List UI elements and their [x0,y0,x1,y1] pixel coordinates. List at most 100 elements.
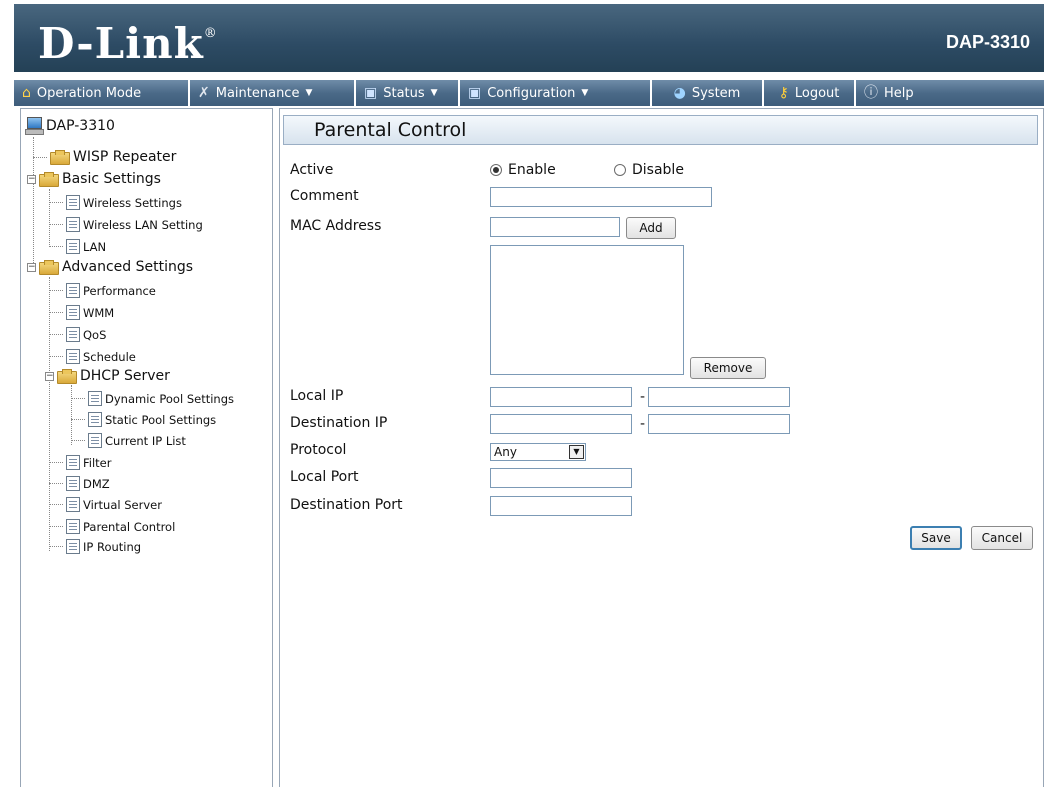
destination-ip-start-field[interactable] [490,414,632,434]
tree-label: Current IP List [105,433,186,448]
destination-ip-end-field[interactable] [648,414,790,434]
tree-label: Basic Settings [62,171,161,187]
tree-item-wireless-lan-setting[interactable]: Wireless LAN Setting [49,217,203,232]
page-icon [66,195,80,210]
menu-label: Maintenance [215,85,300,101]
collapse-icon[interactable]: − [27,174,36,184]
local-ip-start-field[interactable] [490,387,632,407]
mac-address-list[interactable] [490,245,684,375]
local-ip-label: Local IP [290,388,344,404]
remove-button[interactable]: Remove [690,357,766,379]
menu-label: Configuration [487,85,576,101]
chevron-down-icon: ▼ [305,88,313,98]
menu-operation-mode[interactable]: ⌂ Operation Mode [14,80,190,106]
folder-open-icon [39,260,59,275]
page-icon [66,239,80,254]
page-icon [66,305,80,320]
radio-selected-icon[interactable] [490,164,502,176]
active-label: Active [290,162,334,178]
menu-label: System [691,85,741,101]
menu-label: Help [884,85,914,101]
comment-field[interactable] [490,187,712,207]
add-button[interactable]: Add [626,217,676,239]
navigation-tree: DAP-3310 WISP Repeater − Basic Settings … [20,108,273,787]
tree-item-dynamic-pool-settings[interactable]: Dynamic Pool Settings [71,391,234,406]
tree-item-qos[interactable]: QoS [49,327,106,342]
page-title: Parental Control [283,115,1038,145]
protocol-selected-value: Any [494,445,517,459]
local-port-field[interactable] [490,468,632,488]
collapse-icon[interactable]: − [45,371,54,381]
protocol-select[interactable]: Any ▼ [490,443,586,461]
chevron-down-icon: ▼ [430,88,438,98]
tree-item-current-ip-list[interactable]: Current IP List [71,433,186,448]
computer-icon [25,117,44,135]
destination-port-label: Destination Port [290,497,403,513]
tree-item-wisp-repeater[interactable]: WISP Repeater [33,149,176,165]
tree-label: Wireless LAN Setting [83,217,203,232]
destination-ip-label: Destination IP [290,415,388,431]
tree-item-filter[interactable]: Filter [49,455,111,470]
disk-icon: ▣ [364,85,378,101]
tree-root[interactable]: DAP-3310 [25,117,115,135]
tree-label: DMZ [83,476,110,491]
menu-status[interactable]: ▣ Status ▼ [356,80,460,106]
menu-bar: ⌂ Operation Mode ✗ Maintenance ▼ ▣ Statu… [14,80,1044,106]
tree-label: Static Pool Settings [105,412,217,427]
tree-label: WISP Repeater [73,149,177,165]
menu-label: Logout [794,85,840,101]
cancel-button[interactable]: Cancel [971,526,1033,550]
tree-label: Advanced Settings [62,259,194,275]
folder-open-icon [57,369,77,384]
page-icon [66,327,80,342]
mac-address-field[interactable] [490,217,620,237]
enable-radio[interactable]: Enable [490,162,556,178]
folder-icon [50,150,70,165]
menu-configuration[interactable]: ▣ Configuration ▼ [460,80,652,106]
tree-item-dhcp-server[interactable]: − DHCP Server [45,368,170,384]
local-port-label: Local Port [290,469,359,485]
tree-item-advanced-settings[interactable]: − Advanced Settings [27,259,193,275]
page-icon [66,349,80,364]
tree-label: Wireless Settings [83,195,182,210]
tree-item-wireless-settings[interactable]: Wireless Settings [49,195,182,210]
dropdown-arrow-icon[interactable]: ▼ [569,445,584,459]
save-button[interactable]: Save [910,526,962,550]
menu-system[interactable]: ◕ System [652,80,764,106]
tree-item-parental-control[interactable]: Parental Control [49,519,175,534]
tree-item-schedule[interactable]: Schedule [49,349,136,364]
menu-label: Status [383,85,425,101]
collapse-icon[interactable]: − [27,262,36,272]
tree-item-ip-routing[interactable]: IP Routing [49,539,141,554]
local-ip-end-field[interactable] [648,387,790,407]
menu-logout[interactable]: ⚷ Logout [764,80,856,106]
disable-label: Disable [632,162,684,178]
destination-port-field[interactable] [490,496,632,516]
page-icon [66,476,80,491]
radio-unselected-icon[interactable] [614,164,626,176]
page-icon [66,519,80,534]
page-icon [66,217,80,232]
tree-item-performance[interactable]: Performance [49,283,156,298]
tree-item-basic-settings[interactable]: − Basic Settings [27,171,161,187]
tree-label: DHCP Server [80,368,170,384]
menu-help[interactable]: ⓘ Help [856,80,1044,106]
tree-item-wmm[interactable]: WMM [49,305,114,320]
chevron-down-icon: ▼ [581,88,589,98]
tree-item-lan[interactable]: LAN [49,239,106,254]
page-icon [88,433,102,448]
tree-label: Parental Control [83,519,176,534]
key-icon: ⚷ [778,85,789,101]
tree-item-static-pool-settings[interactable]: Static Pool Settings [71,412,216,427]
page-icon [88,412,102,427]
tree-item-dmz[interactable]: DMZ [49,476,110,491]
system-icon: ◕ [673,85,686,101]
tree-label: Performance [83,283,156,298]
menu-maintenance[interactable]: ✗ Maintenance ▼ [190,80,356,106]
disable-radio[interactable]: Disable [614,162,684,178]
tree-label: LAN [83,239,107,254]
tree-item-virtual-server[interactable]: Virtual Server [49,497,162,512]
tree-label: Virtual Server [83,497,162,512]
tree-label: Filter [83,455,112,470]
disk-icon: ▣ [468,85,482,101]
